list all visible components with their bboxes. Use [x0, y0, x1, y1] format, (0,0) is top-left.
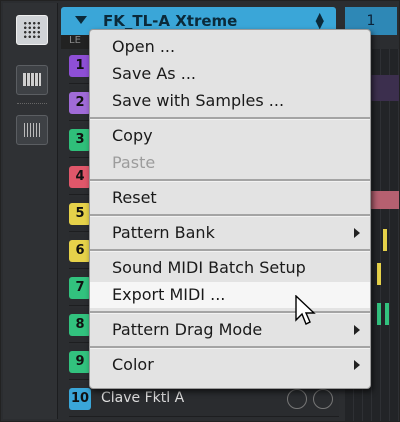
- piano-keys-icon: [23, 73, 41, 86]
- sound-number-badge[interactable]: 10: [69, 388, 91, 410]
- waveform-icon: [24, 123, 40, 137]
- sound-number-badge[interactable]: 7: [69, 277, 91, 299]
- sound-number-badge[interactable]: 6: [69, 240, 91, 262]
- submenu-arrow-icon: [354, 228, 360, 238]
- menu-separator: [90, 311, 370, 314]
- pattern-clip[interactable]: [377, 263, 381, 285]
- pattern-clip[interactable]: [383, 229, 387, 251]
- knob-icon[interactable]: [287, 389, 307, 409]
- grid-icon: [23, 21, 41, 39]
- sound-number-badge[interactable]: 9: [69, 351, 91, 373]
- menu-item-save-as[interactable]: Save As ...: [90, 61, 370, 87]
- group-name: FK_TL-A Xtreme: [103, 12, 238, 30]
- menu-item-label: Sound MIDI Batch Setup: [112, 258, 306, 277]
- menu-item-export-midi[interactable]: Export MIDI ...: [90, 282, 370, 308]
- toolbar-separator: [17, 103, 47, 105]
- menu-item-label: Color: [112, 355, 154, 374]
- menu-item-sound-midi-batch-setup[interactable]: Sound MIDI Batch Setup: [90, 255, 370, 281]
- menu-item-paste: Paste: [90, 150, 370, 176]
- keyboard-view-button[interactable]: [16, 65, 48, 95]
- submenu-arrow-icon: [354, 360, 360, 370]
- mouse-pointer-icon: [295, 295, 316, 325]
- chevron-down-icon[interactable]: [75, 16, 87, 24]
- menu-item-open[interactable]: Open ...: [90, 34, 370, 60]
- sound-number-badge[interactable]: 2: [69, 92, 91, 114]
- pattern-clip[interactable]: [367, 191, 399, 209]
- sound-name: Clave Fktl A: [101, 390, 185, 406]
- menu-separator: [90, 249, 370, 252]
- menu-item-copy[interactable]: Copy: [90, 123, 370, 149]
- knob-icon[interactable]: [313, 389, 333, 409]
- menu-item-label: Save As ...: [112, 64, 196, 83]
- menu-item-label: Pattern Drag Mode: [112, 320, 263, 339]
- sound-number-badge[interactable]: 5: [69, 203, 91, 225]
- menu-item-save-with-samples[interactable]: Save with Samples ...: [90, 88, 370, 114]
- submenu-arrow-icon: [354, 325, 360, 335]
- menu-item-label: Save with Samples ...: [112, 91, 285, 110]
- context-menu: Open ... Save As ... Save with Samples ...…: [89, 29, 371, 389]
- menu-item-pattern-bank[interactable]: Pattern Bank: [90, 220, 370, 246]
- left-toolbar: [3, 3, 58, 419]
- menu-item-color[interactable]: Color: [90, 352, 370, 378]
- menu-item-label: Paste: [112, 153, 156, 172]
- menu-item-label: Open ...: [112, 37, 176, 56]
- menu-item-label: Export MIDI ...: [112, 285, 226, 304]
- menu-item-label: Reset: [112, 188, 157, 207]
- menu-separator: [90, 346, 370, 349]
- sound-number-badge[interactable]: 1: [69, 55, 91, 77]
- menu-item-label: Pattern Bank: [112, 223, 215, 242]
- menu-item-pattern-drag-mode[interactable]: Pattern Drag Mode: [90, 317, 370, 343]
- app-window: FK_TL-A Xtreme ▲▼ 1 LE 123456789Openin D…: [0, 0, 400, 422]
- menu-separator: [90, 179, 370, 182]
- pad-view-button[interactable]: [16, 15, 48, 45]
- menu-separator: [90, 117, 370, 120]
- sound-number-badge[interactable]: 3: [69, 129, 91, 151]
- menu-separator: [90, 214, 370, 217]
- sound-number-badge[interactable]: 8: [69, 314, 91, 336]
- pattern-clip[interactable]: [385, 303, 389, 325]
- sampler-button[interactable]: [16, 115, 48, 145]
- menu-item-label: Copy: [112, 126, 153, 145]
- pattern-clip[interactable]: [377, 303, 381, 325]
- up-down-arrows-icon[interactable]: ▲ ▼: [316, 11, 324, 30]
- sound-number-badge[interactable]: 4: [69, 166, 91, 188]
- menu-item-reset[interactable]: Reset: [90, 185, 370, 211]
